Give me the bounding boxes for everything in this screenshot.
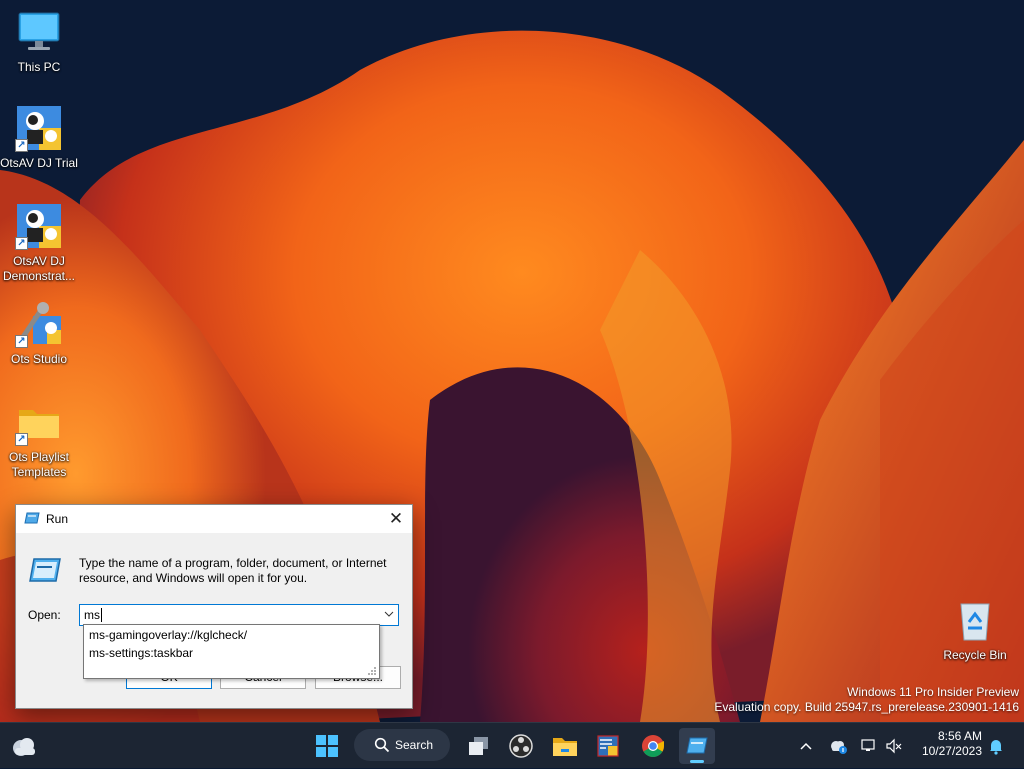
desktop-icon-ots-playlist-templates[interactable]: ↗ Ots Playlist Templates <box>0 398 78 480</box>
desktop-icon-label: Ots Studio <box>10 352 68 366</box>
bell-icon <box>990 740 1002 755</box>
run-dialog-title: Run <box>46 512 69 526</box>
search-icon <box>374 737 390 753</box>
taskbar-app-file-explorer[interactable] <box>547 728 583 764</box>
otsav-dj-icon: ↗ <box>15 104 63 152</box>
taskbar: Search 8:56 AM 10/27/2023 <box>0 722 1024 768</box>
chevron-up-icon <box>800 742 812 750</box>
network-icon <box>861 739 875 751</box>
resize-grip-icon[interactable] <box>367 666 377 676</box>
desktop-icon-label: Recycle Bin <box>943 648 1007 662</box>
open-combobox[interactable] <box>79 604 399 626</box>
watermark-line-2: Evaluation copy. Build 25947.rs_prerelea… <box>714 700 1019 714</box>
shortcut-arrow-icon: ↗ <box>15 237 28 250</box>
taskbar-app-chrome[interactable] <box>635 728 671 764</box>
clock-time: 8:56 AM <box>937 729 982 743</box>
clock[interactable]: 8:56 AM 10/27/2023 <box>912 729 982 759</box>
windows-evaluation-watermark: Windows 11 Pro Insider Preview Evaluatio… <box>714 685 1019 715</box>
folder-icon: ↗ <box>15 398 63 446</box>
run-dialog: Run ✕ Type the name of a program, folder… <box>15 504 413 709</box>
desktop-icon-recycle-bin[interactable]: Recycle Bin <box>936 596 1014 663</box>
run-dialog-description: Type the name of a program, folder, docu… <box>79 556 387 585</box>
recycle-bin-icon <box>951 596 999 644</box>
shortcut-arrow-icon: ↗ <box>15 335 28 348</box>
search-box[interactable]: Search <box>354 729 450 761</box>
onedrive-tray-button[interactable] <box>828 736 848 756</box>
monitor-icon <box>15 8 63 56</box>
close-icon: ✕ <box>388 509 404 528</box>
taskbar-app-ots[interactable] <box>590 728 626 764</box>
shortcut-arrow-icon: ↗ <box>15 139 28 152</box>
otsav-dj-demo-icon: ↗ <box>15 202 63 250</box>
obs-icon <box>509 734 533 758</box>
open-label: Open: <box>28 608 61 622</box>
desktop-icon-this-pc[interactable]: This PC <box>0 8 78 75</box>
network-tray-button[interactable] <box>860 736 880 756</box>
volume-muted-icon <box>886 738 902 754</box>
active-indicator <box>690 760 704 763</box>
file-explorer-icon <box>553 738 577 756</box>
task-view-icon <box>469 737 488 755</box>
taskbar-app-run[interactable] <box>679 728 715 764</box>
run-icon <box>686 737 708 754</box>
run-program-icon <box>29 558 61 582</box>
desktop-icon-label: Ots Playlist Templates <box>8 450 69 479</box>
autocomplete-item[interactable]: ms-gamingoverlay://kglcheck/ <box>84 626 379 644</box>
desktop-icon-label: OtsAV DJ Trial <box>0 156 78 170</box>
watermark-line-1: Windows 11 Pro Insider Preview <box>847 685 1019 699</box>
text-caret <box>101 608 102 622</box>
weather-icon <box>13 738 35 756</box>
chevron-down-icon[interactable] <box>380 605 398 625</box>
close-button[interactable]: ✕ <box>380 505 412 533</box>
autocomplete-list: ms-gamingoverlay://kglcheck/ ms-settings… <box>83 624 380 679</box>
open-input[interactable] <box>82 607 376 623</box>
windows-logo-icon <box>316 735 338 757</box>
desktop-icon-otsav-dj-trial[interactable]: ↗ OtsAV DJ Trial <box>0 104 78 171</box>
shortcut-arrow-icon: ↗ <box>15 433 28 446</box>
cloud-info-icon <box>831 741 847 754</box>
autocomplete-item[interactable]: ms-settings:taskbar <box>84 644 379 662</box>
run-icon <box>24 512 40 524</box>
chrome-icon <box>642 735 664 757</box>
widgets-button[interactable] <box>5 728 41 764</box>
ots-studio-icon: ↗ <box>15 300 63 348</box>
volume-tray-button[interactable] <box>884 736 904 756</box>
run-dialog-titlebar[interactable]: Run ✕ <box>16 505 412 533</box>
show-hidden-icons-button[interactable] <box>796 736 816 756</box>
desktop-icon-label: OtsAV DJ Demonstrat... <box>2 254 76 283</box>
task-view-button[interactable] <box>461 728 497 764</box>
clock-date: 10/27/2023 <box>921 744 982 758</box>
desktop-icon-ots-studio[interactable]: ↗ Ots Studio <box>0 300 78 367</box>
notifications-button[interactable] <box>986 736 1006 756</box>
search-label: Search <box>395 738 434 752</box>
desktop-icon-label: This PC <box>17 60 61 74</box>
desktop-icon-otsav-dj-demo[interactable]: ↗ OtsAV DJ Demonstrat... <box>0 202 78 284</box>
taskbar-app-obs[interactable] <box>503 728 539 764</box>
start-button[interactable] <box>309 728 345 764</box>
ots-app-icon <box>597 735 619 757</box>
